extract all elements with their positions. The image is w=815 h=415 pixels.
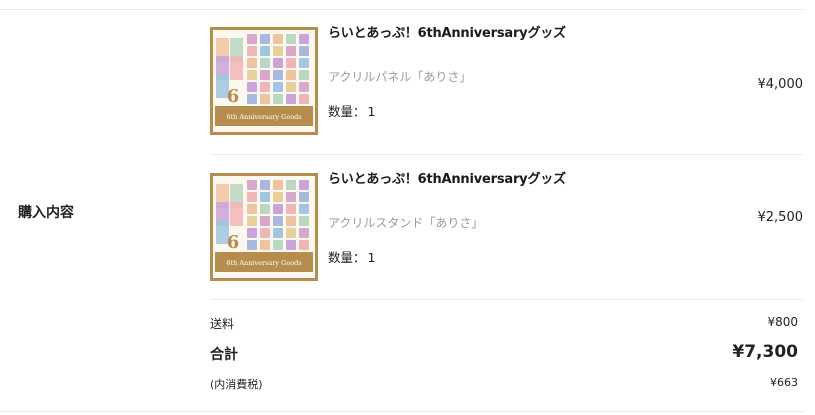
thumb-card <box>260 180 270 190</box>
thumb-caption: 6th Anniversary Goods <box>226 113 301 121</box>
thumb-card <box>299 240 309 250</box>
thumb-card <box>273 82 283 92</box>
quantity-label: 数量： <box>328 104 366 119</box>
thumb-card <box>286 34 296 44</box>
thumb-card <box>299 46 309 56</box>
shipping-label: 送料 <box>210 317 235 331</box>
thumb-card <box>260 70 270 80</box>
thumb-card <box>247 228 257 238</box>
thumb-card <box>286 82 296 92</box>
quantity: 数量： 1 <box>328 247 375 266</box>
thumb-card <box>260 94 270 104</box>
product-title[interactable]: らいとあっぷ！6thAnniversaryグッズ <box>328 27 568 41</box>
thumb-card <box>273 34 283 44</box>
thumb-card <box>260 58 270 68</box>
thumb-card <box>247 216 257 226</box>
thumb-card <box>273 228 283 238</box>
tax-value: ¥663 <box>770 376 798 389</box>
thumb-card <box>247 94 257 104</box>
thumb-card <box>299 192 309 202</box>
thumb-card <box>260 216 270 226</box>
thumb-card <box>260 228 270 238</box>
thumb-card <box>247 82 257 92</box>
product-thumbnail[interactable]: 6th Anniversary Goods 6 <box>210 27 318 135</box>
thumb-card <box>247 46 257 56</box>
thumb-card <box>260 204 270 214</box>
item-divider <box>210 154 803 155</box>
thumb-number: 6 <box>227 86 240 107</box>
shipping-value: ¥800 <box>767 315 798 329</box>
quantity-value: 1 <box>367 104 376 119</box>
quantity-label: 数量： <box>328 250 366 265</box>
quantity-value: 1 <box>367 250 376 265</box>
tax-row: (内消費税) ¥663 <box>210 376 803 391</box>
thumb-card <box>273 58 283 68</box>
order-item: 6th Anniversary Goods 6 らいとあっぷ！6thAnnive… <box>210 173 803 283</box>
thumb-card <box>299 34 309 44</box>
order-item: 6th Anniversary Goods 6 らいとあっぷ！6thAnnive… <box>210 27 803 137</box>
thumb-card <box>273 204 283 214</box>
product-variant: アクリルパネル「ありさ」 <box>328 70 472 84</box>
total-label: 合計 <box>210 347 238 363</box>
thumb-card <box>299 82 309 92</box>
thumb-card <box>286 70 296 80</box>
thumb-card <box>286 192 296 202</box>
thumb-card <box>273 216 283 226</box>
thumb-card <box>299 204 309 214</box>
product-thumbnail[interactable]: 6th Anniversary Goods 6 <box>210 173 318 281</box>
thumb-number: 6 <box>227 232 240 253</box>
product-variant: アクリルスタンド「ありさ」 <box>328 216 484 230</box>
thumb-card <box>286 204 296 214</box>
thumb-card <box>260 192 270 202</box>
product-title[interactable]: らいとあっぷ！6thAnniversaryグッズ <box>328 173 568 187</box>
thumb-card <box>286 46 296 56</box>
thumb-card <box>260 82 270 92</box>
thumb-card <box>260 34 270 44</box>
tax-label: (内消費税) <box>210 378 263 391</box>
thumb-card <box>273 46 283 56</box>
thumb-card <box>273 192 283 202</box>
total-value: ¥7,300 <box>732 342 798 362</box>
item-price: ¥2,500 <box>757 210 804 225</box>
quantity: 数量： 1 <box>328 101 375 120</box>
thumb-card <box>260 240 270 250</box>
section-label: 購入内容 <box>18 205 74 221</box>
thumb-caption: 6th Anniversary Goods <box>226 259 301 267</box>
thumb-card <box>299 94 309 104</box>
thumb-card <box>247 192 257 202</box>
thumb-card <box>247 70 257 80</box>
thumb-card <box>299 216 309 226</box>
thumb-card <box>260 46 270 56</box>
thumb-figure <box>230 56 243 80</box>
thumb-card <box>273 94 283 104</box>
thumb-card <box>286 216 296 226</box>
total-row: 合計 ¥7,300 <box>210 342 803 364</box>
thumb-card <box>299 58 309 68</box>
item-price: ¥4,000 <box>757 77 804 92</box>
thumb-card <box>299 228 309 238</box>
thumb-card <box>299 180 309 190</box>
thumb-card <box>247 34 257 44</box>
thumb-card <box>299 70 309 80</box>
thumb-card <box>286 240 296 250</box>
thumb-card <box>286 228 296 238</box>
thumb-card <box>247 180 257 190</box>
thumb-figure <box>230 202 243 226</box>
thumb-card <box>286 58 296 68</box>
top-divider <box>0 9 803 10</box>
bottom-divider <box>0 411 803 412</box>
thumb-card <box>247 58 257 68</box>
thumb-card <box>286 94 296 104</box>
summary-divider <box>210 299 803 300</box>
thumb-card <box>273 70 283 80</box>
thumb-card <box>273 180 283 190</box>
thumb-card <box>247 204 257 214</box>
thumb-card <box>286 180 296 190</box>
thumb-card <box>247 240 257 250</box>
shipping-row: 送料 ¥800 <box>210 315 803 331</box>
thumb-card <box>273 240 283 250</box>
